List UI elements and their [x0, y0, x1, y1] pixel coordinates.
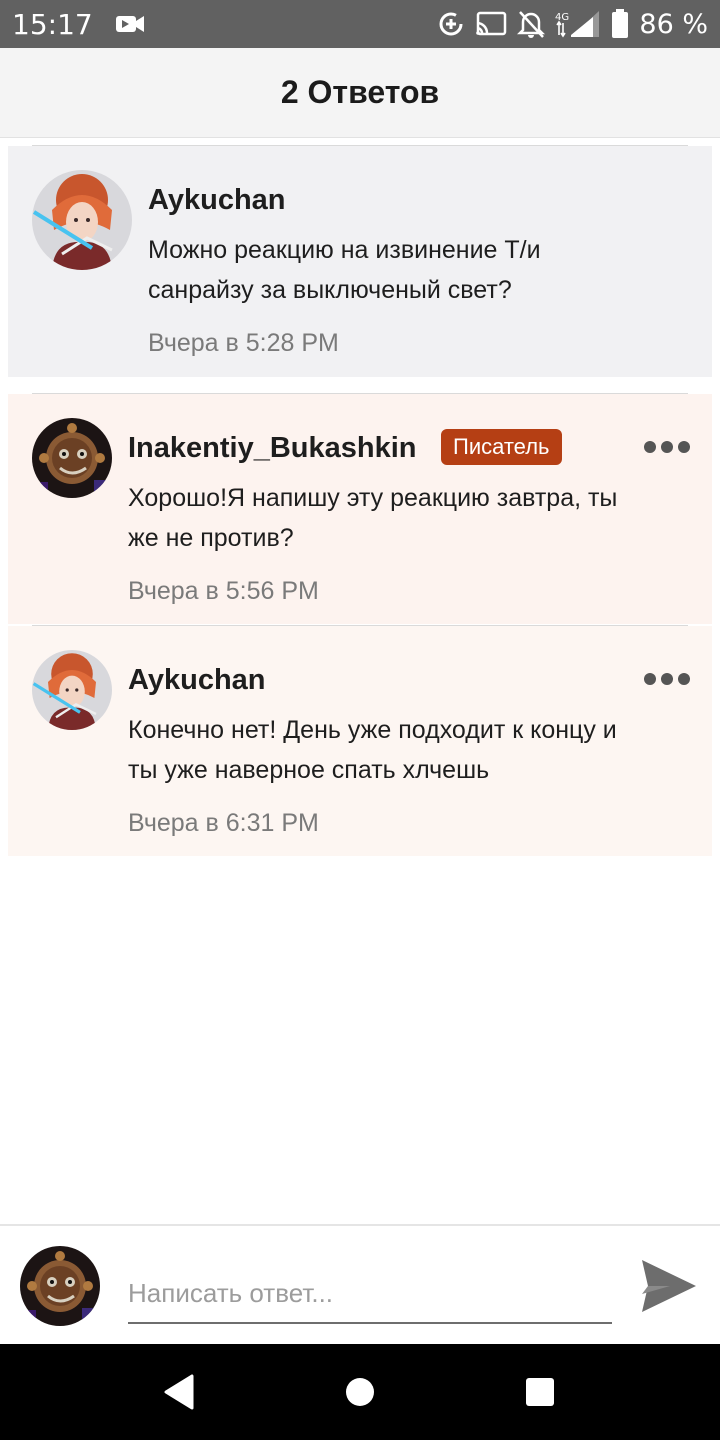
- mute-bell-icon: [517, 11, 546, 38]
- anime-avatar-icon: [32, 650, 112, 730]
- page-title: 2 Ответов: [280, 74, 440, 110]
- comment-text-line: же не против?: [128, 524, 294, 552]
- comment-text-line: санрайзу за выключеный свет?: [148, 276, 512, 304]
- timestamp: Вчера в 5:28 PM: [148, 329, 339, 357]
- back-icon[interactable]: [160, 1372, 200, 1412]
- cast-icon: [476, 11, 507, 36]
- avatar[interactable]: [32, 418, 112, 498]
- data-saver-icon: [439, 12, 463, 36]
- comment-text-line: Конечно нет! День уже подходит к концу и: [128, 716, 617, 744]
- status-icons: 4G 86 %: [437, 9, 708, 40]
- robot-avatar-icon: [32, 418, 112, 498]
- signal-4g-icon: 4G: [555, 11, 600, 38]
- video-camera-icon: [115, 16, 144, 32]
- home-icon[interactable]: [340, 1372, 380, 1412]
- reply-input[interactable]: [128, 1264, 612, 1324]
- username[interactable]: Inakentiy_Bukashkin: [128, 432, 417, 465]
- timestamp: Вчера в 6:31 PM: [128, 809, 319, 837]
- avatar[interactable]: [32, 650, 112, 730]
- robot-avatar-icon: [20, 1246, 100, 1326]
- system-nav-bar: [0, 1344, 720, 1440]
- avatar[interactable]: [32, 170, 132, 270]
- svg-text:4G: 4G: [555, 12, 569, 23]
- parent-comment[interactable]: Aykuchan Можно реакцию на извинение Т/и …: [8, 146, 712, 377]
- send-icon[interactable]: [640, 1258, 698, 1314]
- current-user-avatar[interactable]: [20, 1246, 100, 1326]
- battery-icon: [612, 9, 629, 38]
- timestamp: Вчера в 5:56 PM: [128, 577, 319, 605]
- anime-avatar-icon: [32, 170, 132, 270]
- recents-icon[interactable]: [520, 1372, 560, 1412]
- reply-composer: [0, 1224, 720, 1344]
- reply-comment[interactable]: Inakentiy_Bukashkin Писатель Хорошо!Я на…: [8, 394, 712, 624]
- username[interactable]: Aykuchan: [148, 184, 286, 217]
- more-options-icon[interactable]: [644, 672, 690, 686]
- battery-percent: 86 %: [639, 8, 708, 40]
- comment-text-line: Можно реакцию на извинение Т/и: [148, 236, 541, 264]
- more-options-icon[interactable]: [644, 440, 690, 454]
- reply-comment[interactable]: Aykuchan Конечно нет! День уже подходит …: [8, 626, 712, 856]
- username[interactable]: Aykuchan: [128, 664, 266, 697]
- header: 2 Ответов: [0, 48, 720, 138]
- author-badge: Писатель: [441, 429, 562, 465]
- status-bar: 15:17 4G 86 %: [0, 0, 720, 48]
- status-time: 15:17: [12, 7, 93, 41]
- comment-text-line: ты уже наверное спать хлчешь: [128, 756, 490, 784]
- comment-text-line: Хорошо!Я напишу эту реакцию завтра, ты: [128, 484, 618, 512]
- screen: 15:17 4G 86 % 2 Ответов Aykuchan Можно р…: [0, 0, 720, 1440]
